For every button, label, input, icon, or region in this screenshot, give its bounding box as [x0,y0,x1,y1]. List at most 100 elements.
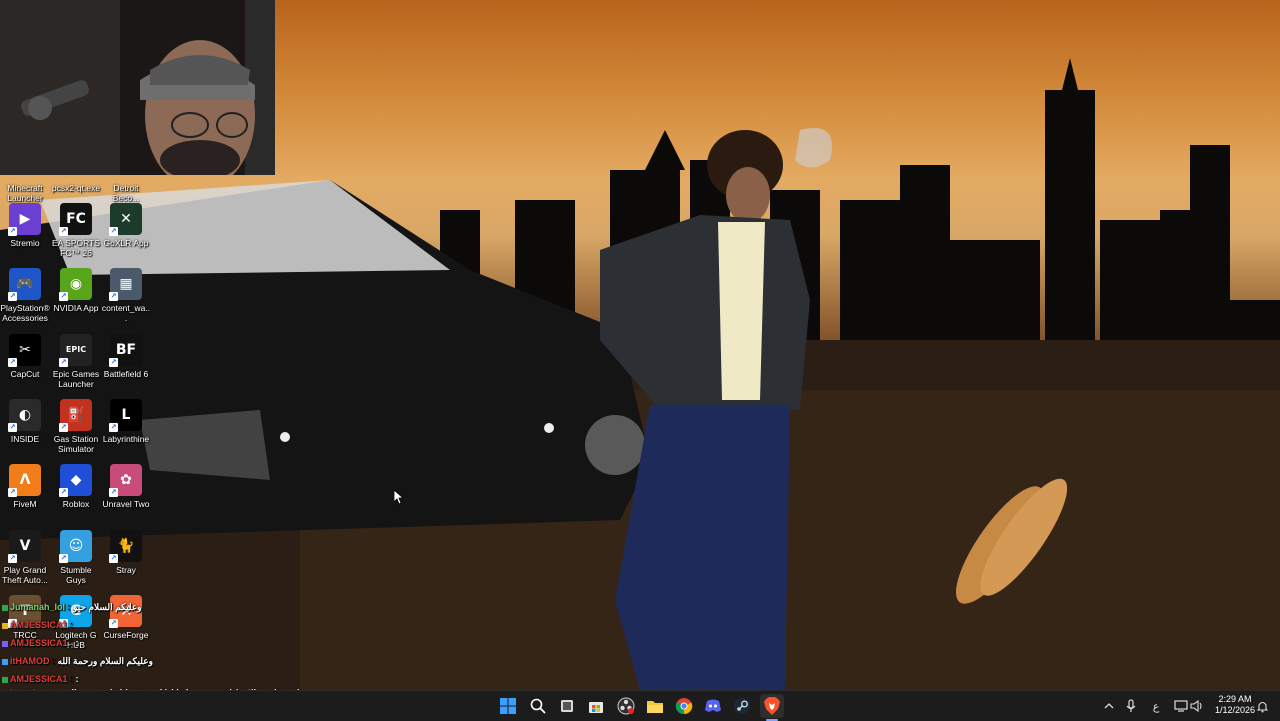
language-indicator[interactable]: ع [1146,691,1166,721]
shortcut-arrow-icon: ↗ [59,227,68,236]
app-icon: FC ↗ [59,203,92,236]
microsoft-store-button[interactable] [584,694,608,718]
desktop-icon-label: Detroit Beco... [112,183,140,203]
desktop-icon-battlefield-6[interactable]: BF ↗ Battlefield 6 [101,333,151,379]
desktop-icon-label: pcsx2-qt.exe [51,183,101,193]
mouse-cursor-icon [394,490,404,505]
desktop-icon-goxlr-app[interactable]: ✕ ↗ GoXLR App [101,203,151,248]
desktop-icon-fivem[interactable]: Λ ↗ FiveM [0,464,50,509]
desktop-icon-label: Play Grand Theft Auto... [2,564,48,585]
chat-badge-icon [2,676,8,683]
desktop-icon-gas-station-simulator[interactable]: ⛽ ↗ Gas Station Simulator [51,398,101,454]
desktop-icon-label: EA SPORTS FC™ 26 [51,238,101,258]
desktop-icon-nvidia-app[interactable]: ◉ ↗ NVIDIA App [51,268,101,313]
show-hidden-icons-button[interactable] [1100,691,1118,721]
file-explorer-button[interactable] [643,694,667,718]
windows-start-button[interactable] [496,694,520,718]
chat-username: Jumanah_lol [10,602,66,612]
discord-button[interactable] [701,694,725,718]
shortcut-arrow-icon: ↗ [8,553,17,563]
desktop-icon-stray[interactable]: 🐈 ↗ Stray [101,529,151,575]
chat-username: AMJESSICA1 [10,674,68,684]
bell-icon [1256,701,1268,712]
store-icon [589,702,603,713]
desktop-icon-stremio[interactable]: ▶ ↗ Stremio [0,203,50,248]
discord-icon [705,699,721,712]
shortcut-arrow-icon: ↗ [59,553,68,563]
chrome-button[interactable] [672,694,696,718]
desktop-icon-label: Labyrinthine [102,433,150,444]
shortcut-arrow-icon: ↗ [8,227,17,236]
desktop-icon-label: Stumble Guys [60,564,92,585]
desktop-icon-epic-games-launcher[interactable]: EPIC ↗ Epic Games Launcher [51,333,101,389]
desktop-icon-labyrinthine[interactable]: L ↗ Labyrinthine [101,398,151,444]
desktop-icon-ea-sports-fc-26[interactable]: FC ↗ EA SPORTS FC™ 26 [51,203,101,258]
microphone-button[interactable] [1122,691,1140,721]
desktop-icon-play-grand-theft-auto[interactable]: V ↗ Play Grand Theft Auto... [0,529,50,585]
desktop-icon-capcut[interactable]: ✂ ↗ CapCut [0,333,50,379]
desktop-icon-label: CapCut [10,368,40,379]
shortcut-arrow-icon: ↗ [59,422,68,432]
taskbar-search-button[interactable] [526,694,550,718]
shortcut-arrow-icon: ↗ [109,553,118,563]
desktop-icon-label: Battlefield 6 [103,368,149,379]
brave-button[interactable] [760,694,784,718]
chat-badge-icon [2,640,8,647]
shortcut-arrow-icon: ↗ [109,357,118,367]
task-view-icon [561,700,573,712]
desktop[interactable]: ⛏↗Minecraft LauncherP↗pcsx2-qt.exeD↗Detr… [0,0,1280,690]
desktop-icon-label: GoXLR App [103,238,149,248]
desktop-icon-label: Stremio [10,238,40,248]
shortcut-arrow-icon: ↗ [8,292,17,302]
desktop-icon-label: Unravel Two [102,499,150,510]
windows-icon [500,698,516,714]
chat-username: AMJESSICA1 [10,638,68,648]
app-icon: Λ ↗ [8,464,41,498]
app-icon: ▦ ↗ [109,268,142,302]
desktop-icon-label: content_wa... [101,303,151,324]
app-icon: ◐ ↗ [8,398,41,432]
desktop-icon-label: NVIDIA App [53,303,99,314]
chat-text: : [75,674,79,684]
obs-button[interactable] [614,694,638,718]
desktop-icon-stumble-guys[interactable]: ☺ ↗ Stumble Guys [51,529,101,585]
folder-icon [647,701,663,713]
desktop-icon-inside[interactable]: ◐ ↗ INSIDE [0,398,50,444]
chat-message: itHAMOD : وعليكم السلام ورحمة الله [2,656,153,667]
notifications-button[interactable] [1254,691,1270,721]
microphone-icon [1126,699,1136,712]
desktop-icon-unravel-two[interactable]: ✿ ↗ Unravel Two [101,464,151,509]
shortcut-arrow-icon: ↗ [8,488,17,498]
desktop-icon-roblox[interactable]: ◆ ↗ Roblox [51,464,101,509]
brave-icon [764,697,780,715]
desktop-icon-label: CurseForge [103,629,149,640]
steam-button[interactable] [730,694,754,718]
chat-badge-icon [2,658,8,665]
desktop-icon-minecraft-launcher[interactable]: ⛏↗Minecraft Launcher [0,148,50,203]
desktop-icon-label: Epic Games Launcher [52,368,100,389]
desktop-icon-detroit-beco[interactable]: D↗Detroit Beco... [101,148,151,203]
app-icon: ✿ ↗ [109,464,142,498]
chat-username: itHAMOD [10,656,50,666]
desktop-icon-label: Minecraft Launcher [7,183,43,203]
desktop-icon-pcsx2-qt-exe[interactable]: P↗pcsx2-qt.exe [51,148,101,193]
volume-button[interactable] [1188,691,1206,721]
desktop-icon-playstation-accessories[interactable]: 🎮 ↗ PlayStation® Accessories [0,268,50,323]
chat-message: Jumanah_lol : وعليكم السلام حيو [2,602,142,613]
shortcut-arrow-icon: ↗ [109,618,118,628]
desktop-icon-label: PlayStation® Accessories [0,303,50,324]
desktop-icon-label: FiveM [13,499,37,510]
chevron-up-icon [1104,703,1114,709]
chrome-icon [675,698,693,715]
task-view-button[interactable] [555,694,579,718]
desktop-icon-content-wa[interactable]: ▦ ↗ content_wa... [101,268,151,323]
app-icon: 🐈 ↗ [109,529,142,563]
shortcut-arrow-icon: ↗ [109,422,118,432]
app-icon: ◆ ↗ [59,464,92,498]
shortcut-arrow-icon: ↗ [8,357,17,367]
app-icon: 🎮 ↗ [8,268,41,302]
desktop-icon-label: Stray [116,564,136,575]
chat-username: AMJESSICA1 [10,620,68,630]
app-icon: ⛽ ↗ [59,398,92,432]
shortcut-arrow-icon: ↗ [59,292,68,302]
